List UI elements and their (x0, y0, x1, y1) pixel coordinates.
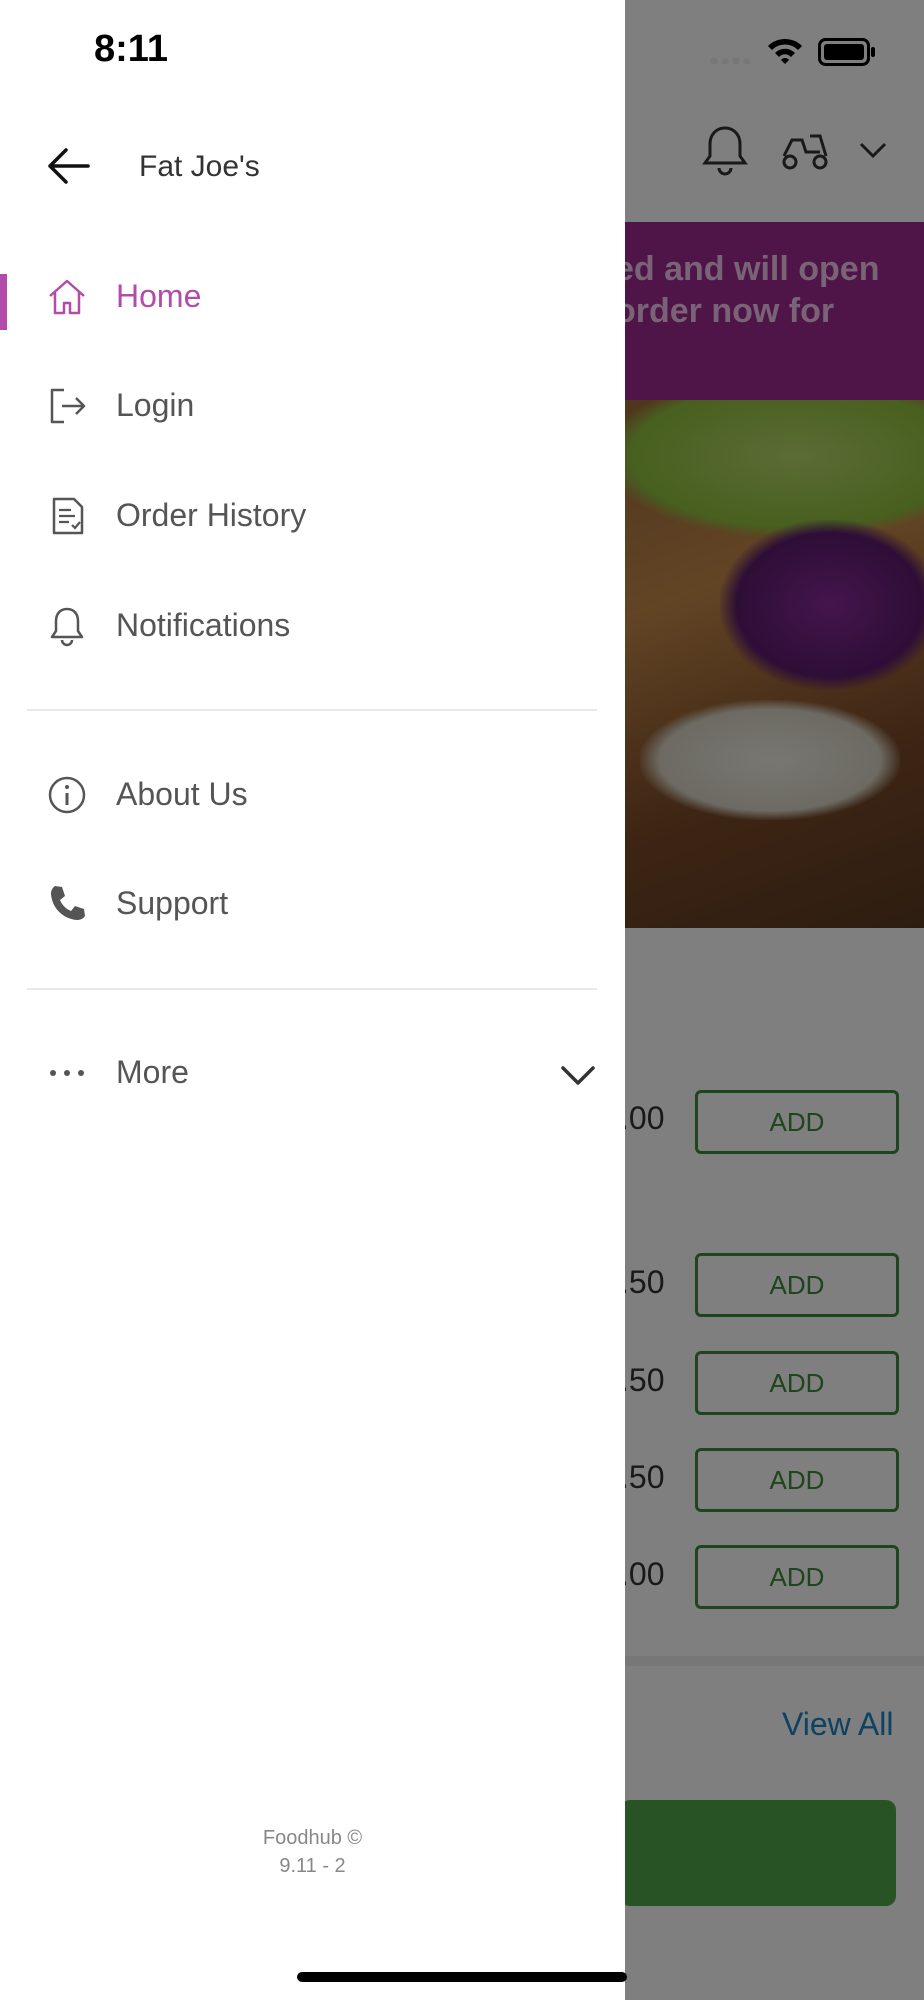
menu-item-label: Login (116, 387, 195, 423)
menu-item-label: Home (116, 278, 202, 314)
status-time: 8:11 (94, 28, 168, 70)
menu-item-notifications[interactable]: Notifications (0, 583, 625, 669)
battery-icon (818, 38, 875, 66)
menu-item-about-us[interactable]: About Us (0, 752, 625, 838)
menu-divider (27, 988, 597, 990)
back-arrow-icon[interactable] (44, 142, 92, 190)
home-indicator (297, 1972, 627, 1982)
menu-item-label: More (116, 1054, 189, 1090)
login-icon (50, 388, 86, 424)
navigation-drawer: 8:11 Fat Joe's Home Login Order History (0, 0, 625, 2000)
menu-item-order-history[interactable]: Order History (0, 473, 625, 559)
bell-icon (50, 607, 84, 647)
info-icon (48, 776, 86, 814)
order-history-icon (52, 497, 84, 535)
signal-icon (710, 57, 751, 65)
menu-divider (27, 709, 597, 711)
menu-item-label: Notifications (116, 607, 291, 643)
menu-item-label: About Us (116, 776, 248, 812)
active-indicator (0, 274, 7, 330)
wifi-icon (768, 38, 802, 64)
store-name: Fat Joe's (139, 150, 260, 183)
phone-icon (51, 886, 85, 920)
chevron-down-icon[interactable] (559, 1056, 597, 1094)
menu-item-login[interactable]: Login (0, 363, 625, 449)
menu-item-label: Order History (116, 497, 307, 533)
more-dots-icon (50, 1070, 84, 1076)
menu-item-home[interactable]: Home (0, 254, 625, 340)
footer-version: 9.11 - 2 (279, 1855, 346, 1877)
menu-item-more[interactable]: More (0, 1030, 625, 1116)
home-icon (49, 279, 85, 315)
menu-item-label: Support (116, 885, 229, 921)
menu-item-support[interactable]: Support (0, 861, 625, 947)
footer-brand: Foodhub © (262, 1827, 363, 1849)
